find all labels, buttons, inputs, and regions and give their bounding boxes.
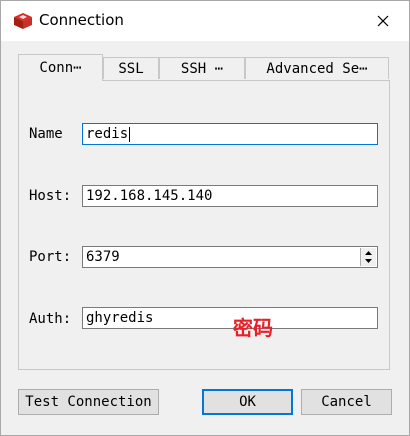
auth-label: Auth: <box>29 311 72 327</box>
port-value: 6379 <box>86 249 120 265</box>
port-label: Port: <box>29 249 72 265</box>
tab-label: Advanced Se⋯ <box>266 61 368 77</box>
name-input[interactable]: redis <box>82 123 378 145</box>
name-label: Name <box>29 126 63 142</box>
auth-input[interactable]: ghyredis <box>82 307 378 329</box>
window-title: Connection <box>39 11 124 29</box>
tab-connection[interactable]: Conn⋯ <box>18 54 103 81</box>
port-stepper[interactable] <box>360 248 376 266</box>
host-input[interactable]: 192.168.145.140 <box>82 185 378 207</box>
test-connection-button[interactable]: Test Connection <box>18 389 159 415</box>
redis-logo-icon <box>13 11 33 31</box>
tab-label: SSH ⋯ <box>180 61 224 77</box>
tab-label: Conn⋯ <box>39 60 82 76</box>
connection-dialog: Connection Conn⋯ SSL SSH ⋯ Advanced Se⋯ … <box>0 0 410 436</box>
ok-button[interactable]: OK <box>202 389 293 415</box>
close-icon[interactable] <box>367 7 399 35</box>
cancel-button[interactable]: Cancel <box>301 389 392 415</box>
stepper-up-icon <box>365 251 372 255</box>
title-bar: Connection <box>1 1 409 41</box>
port-spinbox[interactable]: 6379 <box>82 246 378 268</box>
tab-ssl[interactable]: SSL <box>103 57 159 79</box>
auth-value: ghyredis <box>86 310 154 326</box>
name-value: redis <box>86 126 129 142</box>
stepper-down-icon <box>365 259 372 263</box>
tab-ssh[interactable]: SSH ⋯ <box>159 57 245 79</box>
tab-label: SSL <box>118 61 144 77</box>
host-label: Host: <box>29 188 72 204</box>
tab-advanced[interactable]: Advanced Se⋯ <box>245 57 389 79</box>
host-value: 192.168.145.140 <box>86 188 213 204</box>
password-annotation: 密码 <box>233 316 273 340</box>
